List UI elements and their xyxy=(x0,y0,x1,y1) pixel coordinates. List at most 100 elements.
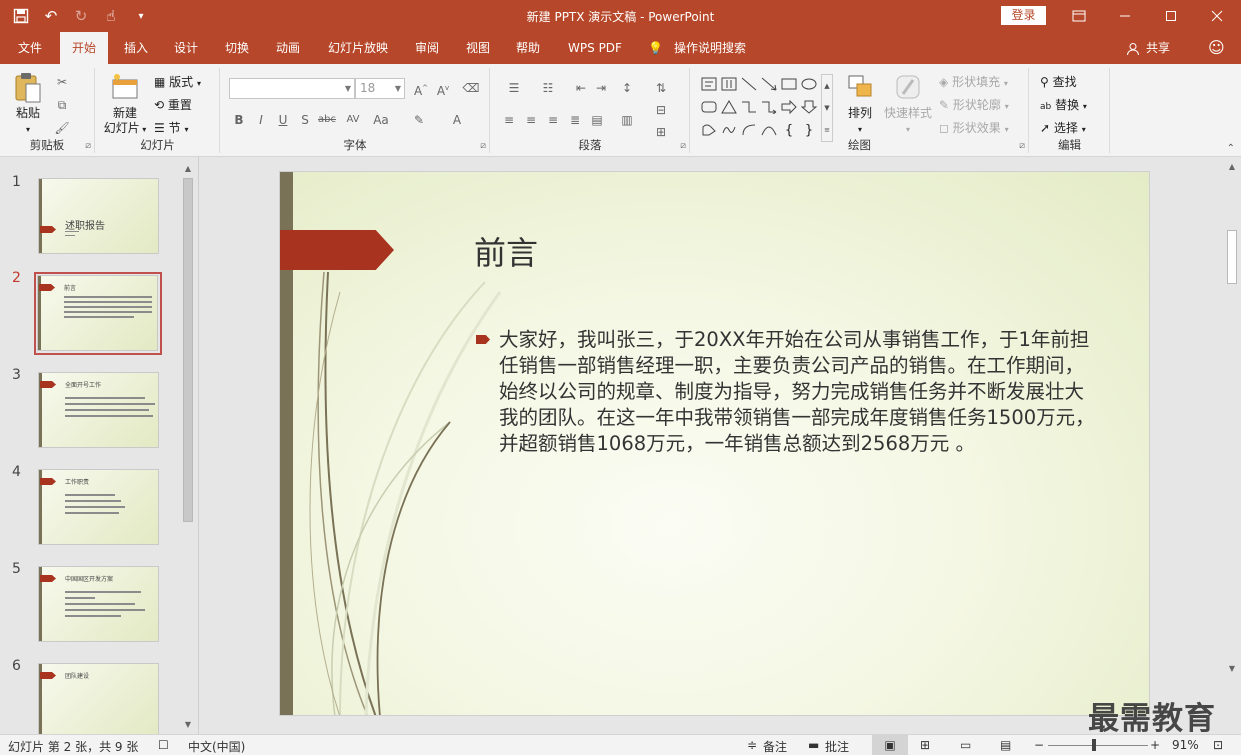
normal-view-icon[interactable]: ▣ xyxy=(872,735,908,755)
copy-icon[interactable]: ⧉ xyxy=(52,95,72,115)
rounded-rect-shape-icon[interactable] xyxy=(699,97,719,117)
slide-thumbnail-2[interactable]: 前言 xyxy=(37,275,158,351)
bullets-icon[interactable]: ☰ xyxy=(499,78,529,98)
drawing-launcher-icon[interactable]: ⧄ xyxy=(1019,141,1025,151)
slide-body-text[interactable]: 大家好，我叫张三，于20XX年开始在公司从事销售工作，于1年前担任销售一部销售经… xyxy=(499,327,1099,457)
tab-help[interactable]: 帮助 xyxy=(506,32,550,64)
slide-thumbnail-1[interactable]: 述职报告 xyxy=(38,178,159,254)
cut-icon[interactable]: ✂ xyxy=(52,72,72,92)
align-right-icon[interactable]: ≡ xyxy=(543,110,563,130)
collapse-ribbon-icon[interactable]: ⌃ xyxy=(1227,143,1235,154)
increase-font-icon[interactable]: A^ xyxy=(411,78,431,98)
italic-icon[interactable]: I xyxy=(251,110,271,130)
comments-button[interactable]: 批注 xyxy=(825,738,849,755)
spelling-icon[interactable]: ☐ xyxy=(158,738,169,752)
font-size-combo[interactable]: 18 ▼ xyxy=(355,78,405,99)
slide-thumbnail-4[interactable]: 工作职责 xyxy=(38,469,159,545)
triangle-shape-icon[interactable] xyxy=(719,97,739,117)
paragraph-launcher-icon[interactable]: ⧄ xyxy=(680,141,686,151)
tab-design[interactable]: 设计 xyxy=(164,32,208,64)
section-button[interactable]: ☰ 节 ▾ xyxy=(154,118,188,138)
zoom-level[interactable]: 91% xyxy=(1172,738,1199,752)
scroll-up-icon[interactable]: ▲ xyxy=(181,162,195,176)
tab-insert[interactable]: 插入 xyxy=(114,32,158,64)
shapes-gallery[interactable]: { } xyxy=(699,74,831,142)
smiley-feedback-icon[interactable]: ☺ xyxy=(1208,32,1225,64)
zoom-slider-thumb[interactable] xyxy=(1092,739,1096,751)
find-button[interactable]: ⚲ 查找 xyxy=(1040,72,1077,92)
new-slide-button[interactable]: 新建 幻灯片 ▾ xyxy=(100,72,150,137)
thumbnail-scrollbar[interactable]: ▲ ▼ xyxy=(181,162,195,732)
tab-review[interactable]: 审阅 xyxy=(405,32,449,64)
minimize-icon[interactable] xyxy=(1102,0,1148,32)
text-direction-icon[interactable]: ⇅ xyxy=(651,78,671,98)
tab-file[interactable]: 文件 xyxy=(8,32,52,64)
shapes-gallery-scroll[interactable]: ▲ ▼ ≡ xyxy=(821,74,833,142)
format-painter-icon[interactable]: 🖌 xyxy=(52,118,72,138)
highlight-icon[interactable]: ✎ xyxy=(409,110,429,130)
maximize-icon[interactable] xyxy=(1148,0,1194,32)
reading-view-icon[interactable]: ▭ xyxy=(960,738,971,752)
login-button[interactable]: 登录 xyxy=(1001,6,1046,25)
language-status[interactable]: 中文(中国) xyxy=(188,738,245,755)
tab-slideshow[interactable]: 幻灯片放映 xyxy=(318,32,398,64)
lightbulb-icon[interactable]: 💡 xyxy=(648,32,663,64)
align-text-icon[interactable]: ⊟ xyxy=(651,100,671,120)
shape-effects-button[interactable]: ◻ 形状效果 ▾ xyxy=(939,118,1009,138)
notes-button[interactable]: 备注 xyxy=(763,738,787,755)
slide-thumbnail-3[interactable]: 全面开号工作 xyxy=(38,372,159,448)
columns-icon[interactable]: ▥ xyxy=(617,110,637,130)
numbering-icon[interactable]: ☷ xyxy=(533,78,563,98)
distributed-icon[interactable]: ▤ xyxy=(587,110,607,130)
textbox-shape-icon[interactable] xyxy=(699,74,719,94)
share-button[interactable]: 共享 xyxy=(1146,32,1170,64)
tab-transitions[interactable]: 切换 xyxy=(215,32,259,64)
elbow-arrow-shape-icon[interactable] xyxy=(759,97,779,117)
replace-button[interactable]: ab 替换 ▾ xyxy=(1040,95,1087,115)
clipboard-launcher-icon[interactable]: ⧄ xyxy=(85,141,91,151)
align-left-icon[interactable]: ≡ xyxy=(499,110,519,130)
clear-formatting-icon[interactable]: ⌫ xyxy=(461,78,481,98)
change-case-icon[interactable]: Aa xyxy=(371,110,391,130)
scroll-thumb[interactable] xyxy=(1227,230,1237,284)
arrow-line-shape-icon[interactable] xyxy=(759,74,779,94)
slide-sorter-icon[interactable]: ⊞ xyxy=(920,738,930,752)
vertical-textbox-shape-icon[interactable] xyxy=(719,74,739,94)
tab-view[interactable]: 视图 xyxy=(456,32,500,64)
person-icon[interactable] xyxy=(1126,32,1140,64)
right-arrow-shape-icon[interactable] xyxy=(779,97,799,117)
scroll-down-icon[interactable]: ▼ xyxy=(1225,662,1239,676)
slide-canvas[interactable]: 前言 大家好，我叫张三，于20XX年开始在公司从事销售工作，于1年前担任销售一部… xyxy=(279,171,1150,716)
fit-to-window-icon[interactable]: ⊡ xyxy=(1213,738,1223,752)
shape-fill-button[interactable]: ◈ 形状填充 ▾ xyxy=(939,72,1008,92)
ribbon-display-options-icon[interactable] xyxy=(1056,0,1102,32)
oval-shape-icon[interactable] xyxy=(799,74,819,94)
underline-icon[interactable]: U xyxy=(273,110,293,130)
scroll-up-icon[interactable]: ▲ xyxy=(1225,160,1239,174)
line-spacing-icon[interactable]: ↕ xyxy=(617,78,637,98)
slide-scrollbar[interactable]: ▲ ▼ xyxy=(1225,160,1239,676)
slideshow-view-icon[interactable]: ▤ xyxy=(1000,738,1011,752)
reset-button[interactable]: ⟲ 重置 xyxy=(154,95,192,115)
slide-title[interactable]: 前言 xyxy=(474,228,538,274)
line-shape-icon[interactable] xyxy=(739,74,759,94)
select-button[interactable]: ➚ 选择 ▾ xyxy=(1040,118,1086,138)
increase-indent-icon[interactable]: ⇥ xyxy=(591,78,611,98)
zoom-slider[interactable] xyxy=(1048,745,1148,746)
font-launcher-icon[interactable]: ⧄ xyxy=(480,141,486,151)
strikethrough-icon[interactable]: abc xyxy=(317,110,337,130)
decrease-font-icon[interactable]: Av xyxy=(433,78,453,98)
scroll-down-icon[interactable]: ▼ xyxy=(181,718,195,732)
elbow-connector-shape-icon[interactable] xyxy=(739,97,759,117)
zoom-out-icon[interactable]: − xyxy=(1034,738,1044,752)
notes-icon[interactable]: ≑ xyxy=(747,738,757,752)
decrease-indent-icon[interactable]: ⇤ xyxy=(571,78,591,98)
tab-home[interactable]: 开始 xyxy=(60,32,108,64)
font-color-icon[interactable]: A xyxy=(447,110,467,130)
paste-button[interactable]: 粘贴 ▾ xyxy=(8,72,48,137)
down-arrow-shape-icon[interactable] xyxy=(799,97,819,117)
slide-thumbnail-5[interactable]: 中国国区开发方案 xyxy=(38,566,159,642)
justify-icon[interactable]: ≣ xyxy=(565,110,585,130)
char-spacing-icon[interactable]: AV xyxy=(343,110,363,130)
tell-me-search[interactable]: 操作说明搜索 xyxy=(674,32,746,64)
